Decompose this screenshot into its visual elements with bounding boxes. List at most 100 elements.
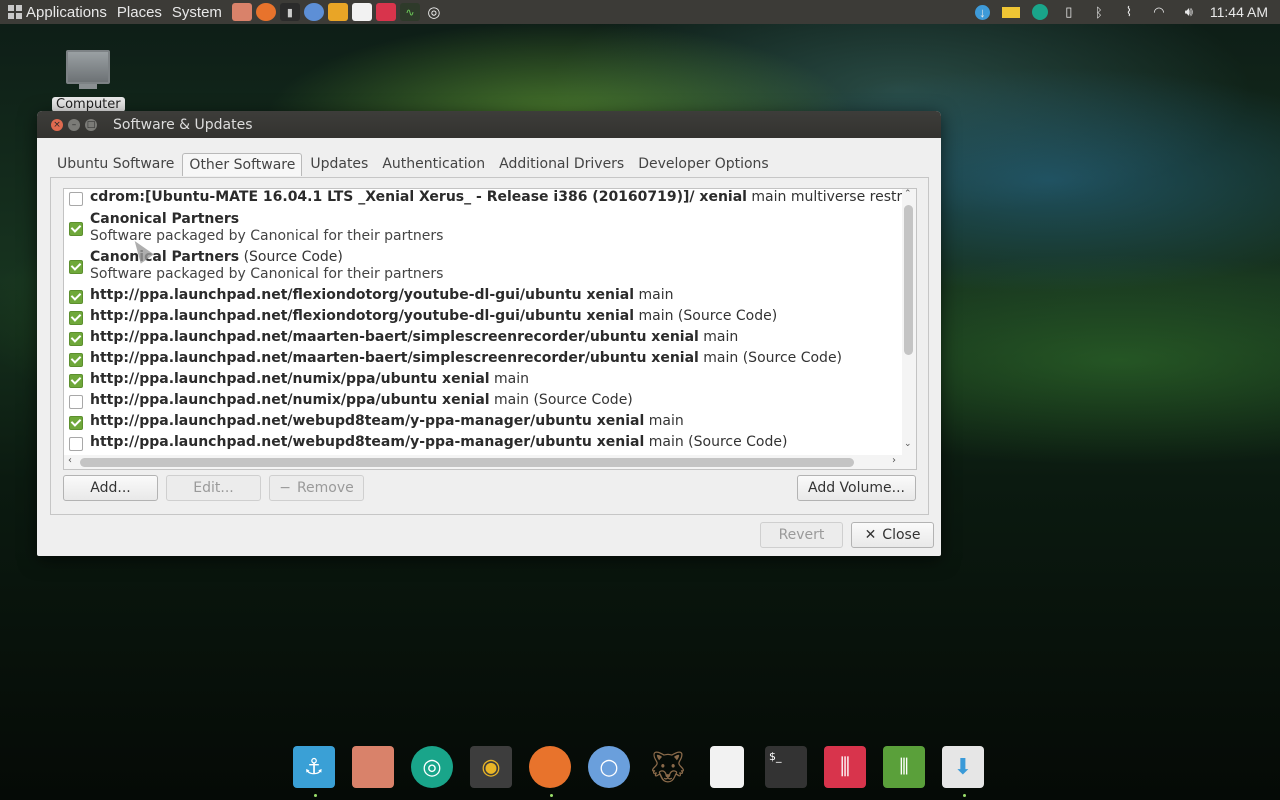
source-components: main <box>644 413 684 429</box>
source-row[interactable]: http://ppa.launchpad.net/maarten-baert/s… <box>64 350 902 371</box>
paperclip-icon[interactable]: ⌇ <box>1120 4 1138 20</box>
source-checkbox[interactable] <box>69 311 83 325</box>
vertical-scrollbar[interactable]: ⌃ ⌄ <box>902 189 916 455</box>
synapse-icon[interactable]: ◎ <box>411 746 453 788</box>
source-checkbox[interactable] <box>69 374 83 388</box>
terminal-launcher-icon[interactable]: ▮ <box>279 3 300 21</box>
source-checkbox[interactable] <box>69 290 83 304</box>
anchor-icon[interactable]: ⚓︎ <box>293 746 335 788</box>
add-button[interactable]: Add... <box>63 475 158 501</box>
system-tray: ↓ ▯ ᛒ ⌇ ◠ 🔊︎ 11:44 AM <box>969 0 1280 24</box>
folder-icon[interactable] <box>1001 6 1020 18</box>
installer-icon[interactable]: ⬇ <box>942 746 984 788</box>
running-indicator <box>963 794 966 797</box>
synapse-launcher-icon[interactable]: ◎ <box>424 3 444 21</box>
source-checkbox[interactable] <box>69 332 83 346</box>
rhythmbox-icon[interactable]: ◉ <box>470 746 512 788</box>
source-name: http://ppa.launchpad.net/maarten-baert/s… <box>90 329 699 345</box>
window-minimize-icon[interactable]: – <box>68 118 80 131</box>
add-volume-button[interactable]: Add Volume... <box>797 475 916 501</box>
source-name: Canonical Partners <box>90 249 240 265</box>
source-line: cdrom:[Ubuntu-MATE 16.04.1 LTS _Xenial X… <box>90 189 902 205</box>
tab-developer-options[interactable]: Developer Options <box>632 153 774 175</box>
scroll-up-icon[interactable]: ⌃ <box>904 189 912 199</box>
clock[interactable]: 11:44 AM <box>1210 4 1268 20</box>
trash-icon[interactable]: ⫴ <box>883 746 925 788</box>
horizontal-scroll-thumb[interactable] <box>80 458 854 467</box>
menu-applications[interactable]: Applications <box>26 4 107 21</box>
source-row[interactable]: http://ppa.launchpad.net/webupd8team/y-p… <box>64 413 902 434</box>
synapse-tray-icon[interactable] <box>1031 4 1048 20</box>
source-row[interactable]: http://ppa.launchpad.net/maarten-baert/s… <box>64 329 902 350</box>
revert-button[interactable]: Revert <box>760 522 843 548</box>
source-row[interactable]: http://ppa.launchpad.net/numix/ppa/ubunt… <box>64 371 902 392</box>
update-icon[interactable]: ↓ <box>974 4 990 20</box>
rhythmbox-launcher-icon[interactable] <box>327 3 348 21</box>
source-row[interactable]: http://ppa.launchpad.net/flexiondotorg/y… <box>64 287 902 308</box>
tab-additional-drivers[interactable]: Additional Drivers <box>493 153 630 175</box>
source-checkbox[interactable] <box>69 353 83 367</box>
chromium-launcher-icon[interactable] <box>303 3 324 21</box>
source-row[interactable]: Canonical Partners (Source Code) Software… <box>64 249 902 287</box>
running-indicator <box>550 794 553 797</box>
terminal-icon[interactable]: $_ <box>765 746 807 788</box>
window-titlebar[interactable]: × – □ Software & Updates <box>37 111 941 138</box>
close-button-label: Close <box>882 527 921 543</box>
source-checkbox[interactable] <box>69 437 83 451</box>
source-checkbox[interactable] <box>69 260 83 274</box>
menu-places[interactable]: Places <box>117 4 162 21</box>
source-name: http://ppa.launchpad.net/webupd8team/y-p… <box>90 434 645 450</box>
source-checkbox[interactable] <box>69 192 83 206</box>
source-row[interactable]: http://ppa.launchpad.net/webupd8team/y-p… <box>64 434 902 455</box>
chromium-icon[interactable]: ○ <box>588 746 630 788</box>
document-icon[interactable] <box>710 746 744 788</box>
source-line: http://ppa.launchpad.net/flexiondotorg/y… <box>90 308 777 324</box>
source-row[interactable]: cdrom:[Ubuntu-MATE 16.04.1 LTS _Xenial X… <box>64 189 902 210</box>
source-line: Canonical Partners <box>90 211 239 227</box>
clipboard-icon[interactable]: ▯ <box>1060 4 1078 20</box>
computer-stand <box>79 84 97 89</box>
source-components: main multiverse restricted univ <box>751 189 902 205</box>
remove-button[interactable]: − Remove <box>269 475 364 501</box>
firefox-icon[interactable] <box>529 746 571 788</box>
mixer-icon[interactable]: ⫼ <box>824 746 866 788</box>
source-row[interactable]: http://ppa.launchpad.net/numix/ppa/ubunt… <box>64 392 902 413</box>
menu-system[interactable]: System <box>172 4 222 21</box>
source-checkbox[interactable] <box>69 222 83 236</box>
vertical-scroll-thumb[interactable] <box>904 205 913 355</box>
tab-other-software[interactable]: Other Software <box>182 153 303 176</box>
scroll-right-icon[interactable]: › <box>892 455 896 466</box>
document-launcher-icon[interactable] <box>351 3 372 21</box>
tab-updates[interactable]: Updates <box>304 153 374 175</box>
gimp-icon[interactable]: 🐺︎ <box>647 746 689 788</box>
volume-icon[interactable]: 🔊︎ <box>1180 4 1198 20</box>
tab-ubuntu-software[interactable]: Ubuntu Software <box>51 153 180 175</box>
desktop-computer-icon[interactable]: Computer <box>52 50 125 112</box>
source-checkbox[interactable] <box>69 395 83 409</box>
files-icon[interactable] <box>352 746 394 788</box>
window-maximize-icon[interactable]: □ <box>85 118 97 131</box>
source-line: http://ppa.launchpad.net/maarten-baert/s… <box>90 350 842 366</box>
window-close-icon[interactable]: × <box>51 118 63 131</box>
wifi-icon[interactable]: ◠ <box>1150 4 1168 20</box>
files-launcher-icon[interactable] <box>231 3 252 21</box>
source-components: main (Source Code) <box>644 434 788 450</box>
source-row[interactable]: http://ppa.launchpad.net/flexiondotorg/y… <box>64 308 902 329</box>
apps-grid-icon[interactable] <box>8 5 22 19</box>
edit-button[interactable]: Edit... <box>166 475 261 501</box>
source-row[interactable]: Canonical Partners Software packaged by C… <box>64 211 902 249</box>
source-name: Canonical Partners <box>90 211 240 227</box>
source-components: main <box>698 329 739 345</box>
system-monitor-launcher-icon[interactable]: ∿ <box>399 3 420 21</box>
source-checkbox[interactable] <box>69 416 83 430</box>
close-button[interactable]: ✕ Close <box>851 522 934 548</box>
source-line: http://ppa.launchpad.net/numix/ppa/ubunt… <box>90 392 633 408</box>
source-components: main (Source Code) <box>489 392 633 408</box>
bluetooth-icon[interactable]: ᛒ <box>1090 4 1108 20</box>
firefox-launcher-icon[interactable] <box>255 3 276 21</box>
scroll-left-icon[interactable]: ‹ <box>68 455 72 466</box>
tab-authentication[interactable]: Authentication <box>376 153 491 175</box>
scroll-down-icon[interactable]: ⌄ <box>904 439 912 449</box>
horizontal-scrollbar[interactable]: ‹ › <box>64 455 916 469</box>
mixer-launcher-icon[interactable] <box>375 3 396 21</box>
